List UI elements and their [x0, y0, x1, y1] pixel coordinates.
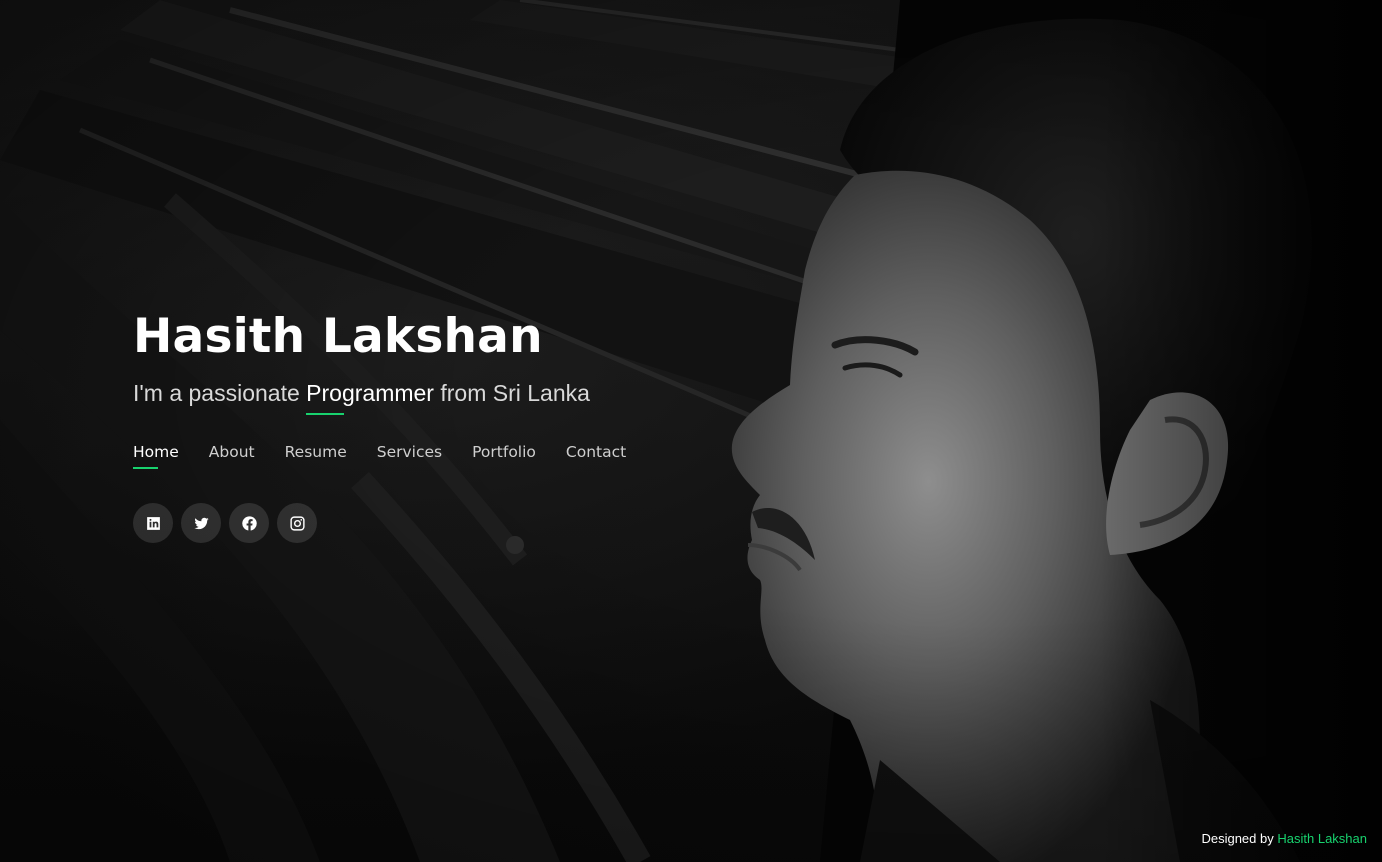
- facebook-button[interactable]: [229, 503, 269, 543]
- footer-credits: Designed by Hasith Lakshan: [1201, 831, 1367, 846]
- nav-item-portfolio[interactable]: Portfolio: [472, 443, 536, 469]
- nav-item-home[interactable]: Home: [133, 443, 179, 469]
- hero-tagline: I'm a passionate Programmer from Sri Lan…: [133, 377, 773, 415]
- nav-item-contact[interactable]: Contact: [566, 443, 626, 469]
- hero-content: Hasith Lakshan I'm a passionate Programm…: [133, 305, 773, 543]
- tagline-typed-word: Programmer: [306, 377, 434, 415]
- tagline-suffix: from Sri Lanka: [433, 380, 590, 406]
- nav-item-services[interactable]: Services: [377, 443, 442, 469]
- social-links: [133, 503, 773, 543]
- twitter-button[interactable]: [181, 503, 221, 543]
- designed-by-label: Designed by: [1201, 831, 1274, 846]
- twitter-icon: [193, 517, 209, 529]
- instagram-button[interactable]: [277, 503, 317, 543]
- nav-item-about[interactable]: About: [209, 443, 255, 469]
- facebook-icon: [241, 515, 257, 531]
- linkedin-icon: [146, 516, 160, 530]
- hero-name: Hasith Lakshan: [133, 309, 543, 364]
- instagram-icon: [289, 515, 305, 531]
- tagline-prefix: I'm a passionate: [133, 380, 307, 406]
- main-nav: Home About Resume Services Portfolio Con…: [133, 443, 773, 469]
- hero-section: Hasith Lakshan I'm a passionate Programm…: [0, 0, 1382, 862]
- designer-link[interactable]: Hasith Lakshan: [1277, 831, 1367, 846]
- linkedin-button[interactable]: [133, 503, 173, 543]
- nav-item-resume[interactable]: Resume: [285, 443, 347, 469]
